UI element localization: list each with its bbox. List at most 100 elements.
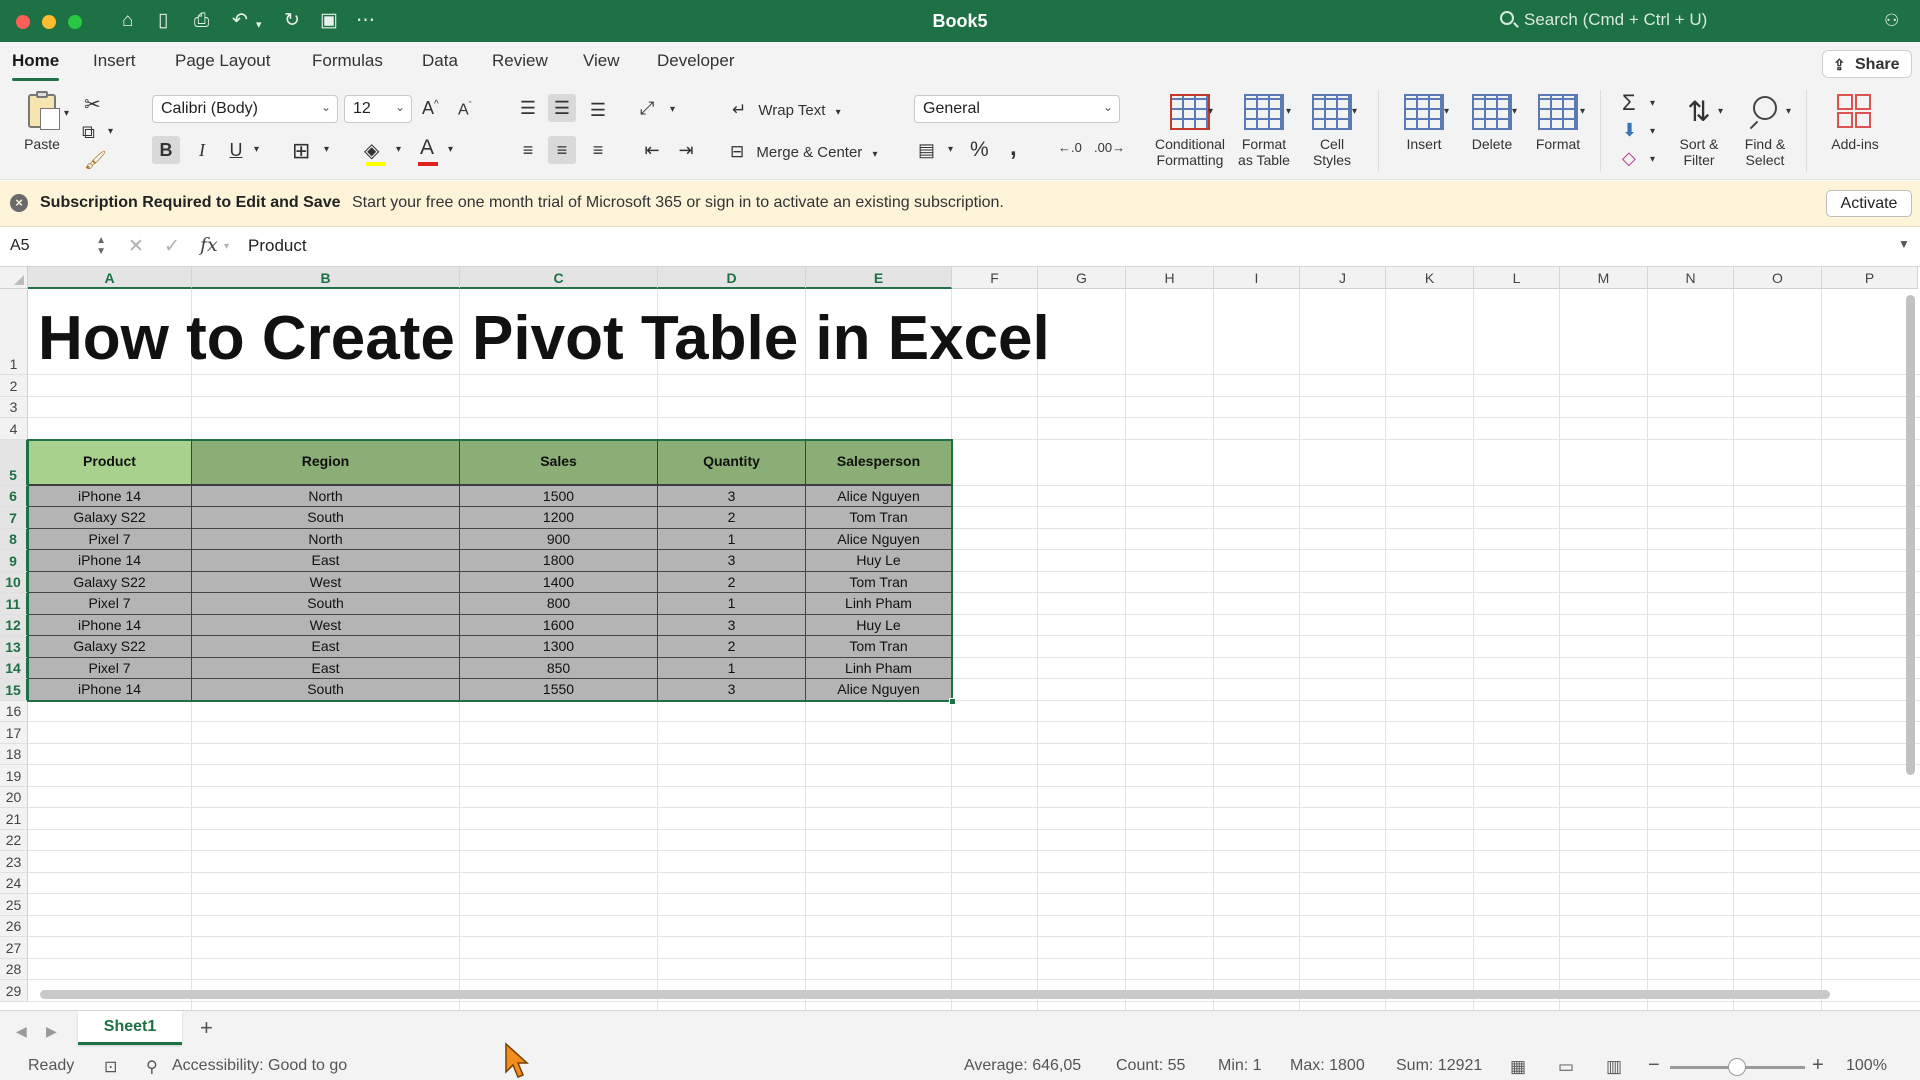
cell-sales[interactable]: 1400	[460, 572, 658, 593]
cell-quantity[interactable]: 3	[658, 679, 806, 701]
paste-button[interactable]: Paste	[14, 91, 70, 152]
row-header-17[interactable]: 17	[0, 722, 28, 744]
cell-quantity[interactable]: 1	[658, 529, 806, 550]
header-cell-sales[interactable]: Sales	[460, 440, 658, 486]
increase-decimal-icon[interactable]: ←.0	[1058, 140, 1082, 155]
cell-product[interactable]: Galaxy S22	[28, 636, 192, 658]
confirm-entry-icon[interactable]: ✓	[164, 235, 180, 258]
new-document-icon[interactable]: ▯	[158, 10, 168, 32]
column-header-d[interactable]: D	[658, 267, 806, 289]
autosum-dropdown-icon[interactable]: ▾	[1650, 98, 1655, 109]
function-dropdown-icon[interactable]: ▾	[224, 241, 229, 252]
cell-salesperson[interactable]: Huy Le	[806, 550, 952, 572]
cell-region[interactable]: West	[192, 615, 460, 636]
currency-dropdown-icon[interactable]: ▾	[948, 144, 953, 155]
page-layout-view-icon[interactable]: ▭	[1558, 1057, 1574, 1077]
cell-sales[interactable]: 800	[460, 593, 658, 615]
wrap-text-button[interactable]: ↵ Wrap Text ▾	[732, 100, 841, 120]
cell-sales[interactable]: 900	[460, 529, 658, 550]
column-header-g[interactable]: G	[1038, 267, 1126, 289]
cell-region[interactable]: South	[192, 507, 460, 529]
cell-salesperson[interactable]: Tom Tran	[806, 636, 952, 658]
row-header-19[interactable]: 19	[0, 765, 28, 787]
cell-salesperson[interactable]: Alice Nguyen	[806, 679, 952, 701]
row-header-22[interactable]: 22	[0, 830, 28, 851]
row-header-15[interactable]: 15	[0, 679, 28, 701]
cell-salesperson[interactable]: Alice Nguyen	[806, 529, 952, 550]
tab-formulas[interactable]: Formulas	[312, 51, 383, 71]
row-header-7[interactable]: 7	[0, 507, 28, 529]
cell-salesperson[interactable]: Tom Tran	[806, 572, 952, 593]
cell-product[interactable]: iPhone 14	[28, 615, 192, 636]
cell-quantity[interactable]: 3	[658, 550, 806, 572]
header-cell-quantity[interactable]: Quantity	[658, 440, 806, 486]
row-header-12[interactable]: 12	[0, 615, 28, 636]
column-header-f[interactable]: F	[952, 267, 1038, 289]
row-header-13[interactable]: 13	[0, 636, 28, 658]
orientation-icon[interactable]: ⤢	[640, 98, 654, 119]
chevron-down-icon[interactable]: ▾	[1444, 106, 1449, 117]
row-header-21[interactable]: 21	[0, 808, 28, 830]
insert-function-button[interactable]: fx	[200, 234, 218, 256]
bold-button[interactable]: B	[152, 136, 180, 164]
cell-region[interactable]: East	[192, 658, 460, 679]
cell-quantity[interactable]: 2	[658, 507, 806, 529]
font-color-icon[interactable]: A	[420, 136, 434, 160]
column-header-o[interactable]: O	[1734, 267, 1822, 289]
undo-icon[interactable]: ↶	[232, 10, 248, 32]
add-sheet-button[interactable]: +	[200, 1015, 213, 1041]
row-header-28[interactable]: 28	[0, 959, 28, 980]
normal-view-icon[interactable]: ▦	[1510, 1057, 1526, 1077]
zoom-window-button[interactable]	[68, 15, 82, 29]
tab-data[interactable]: Data	[422, 51, 458, 71]
align-middle-icon[interactable]: ☰	[548, 94, 576, 122]
borders-icon[interactable]: ⊞	[292, 138, 310, 164]
chevron-down-icon[interactable]: ▾	[1286, 106, 1291, 117]
cell-product[interactable]: Galaxy S22	[28, 572, 192, 593]
cell-quantity[interactable]: 3	[658, 486, 806, 507]
sheet-tab-sheet1[interactable]: Sheet1	[78, 1011, 182, 1045]
fill-handle[interactable]	[949, 698, 956, 705]
copy-dropdown-icon[interactable]: ▾	[108, 126, 113, 137]
align-bottom-icon[interactable]: ☰	[584, 96, 612, 124]
underline-dropdown-icon[interactable]: ▾	[254, 144, 259, 155]
accessibility-status[interactable]: Accessibility: Good to go	[172, 1057, 347, 1075]
font-color-dropdown-icon[interactable]: ▾	[448, 144, 453, 155]
previous-sheet-icon[interactable]: ◀	[16, 1023, 27, 1040]
row-header-3[interactable]: 3	[0, 397, 28, 418]
cell-product[interactable]: iPhone 14	[28, 679, 192, 701]
column-header-m[interactable]: M	[1560, 267, 1648, 289]
row-header-6[interactable]: 6	[0, 486, 28, 507]
column-header-b[interactable]: B	[192, 267, 460, 289]
cell-product[interactable]: Pixel 7	[28, 658, 192, 679]
zoom-level[interactable]: 100%	[1846, 1057, 1887, 1075]
zoom-slider-knob[interactable]	[1728, 1058, 1746, 1076]
cell-salesperson[interactable]: Alice Nguyen	[806, 486, 952, 507]
cell-region[interactable]: South	[192, 679, 460, 701]
print-icon[interactable]: ⎙	[194, 10, 209, 32]
row-header-2[interactable]: 2	[0, 375, 28, 397]
minimize-window-button[interactable]	[42, 15, 56, 29]
accessibility-icon[interactable]: ⚲	[146, 1057, 158, 1077]
header-cell-salesperson[interactable]: Salesperson	[806, 440, 952, 486]
cell-region[interactable]: North	[192, 486, 460, 507]
row-header-11[interactable]: 11	[0, 593, 28, 615]
chevron-down-icon[interactable]: ▾	[1580, 106, 1585, 117]
format-cells-button[interactable]: Format	[1526, 94, 1590, 152]
row-header-8[interactable]: 8	[0, 529, 28, 550]
header-cell-region[interactable]: Region	[192, 440, 460, 486]
tab-home[interactable]: Home	[12, 51, 60, 81]
percent-button[interactable]: %	[970, 138, 989, 162]
redo-icon[interactable]: ↻	[284, 10, 300, 32]
fill-color-dropdown-icon[interactable]: ▾	[396, 144, 401, 155]
cell-product[interactable]: Galaxy S22	[28, 507, 192, 529]
undo-dropdown-icon[interactable]: ▾	[256, 14, 262, 36]
column-header-a[interactable]: A	[28, 267, 192, 289]
name-box-stepper-icon[interactable]: ▲ ▼	[96, 235, 106, 257]
name-box[interactable]: A5 ▲ ▼	[6, 233, 110, 261]
chevron-down-icon[interactable]: ▾	[1718, 106, 1723, 117]
row-header-4[interactable]: 4	[0, 418, 28, 440]
clear-icon[interactable]: ◇	[1622, 148, 1636, 169]
page-break-view-icon[interactable]: ▥	[1606, 1057, 1622, 1077]
clear-dropdown-icon[interactable]: ▾	[1650, 154, 1655, 165]
